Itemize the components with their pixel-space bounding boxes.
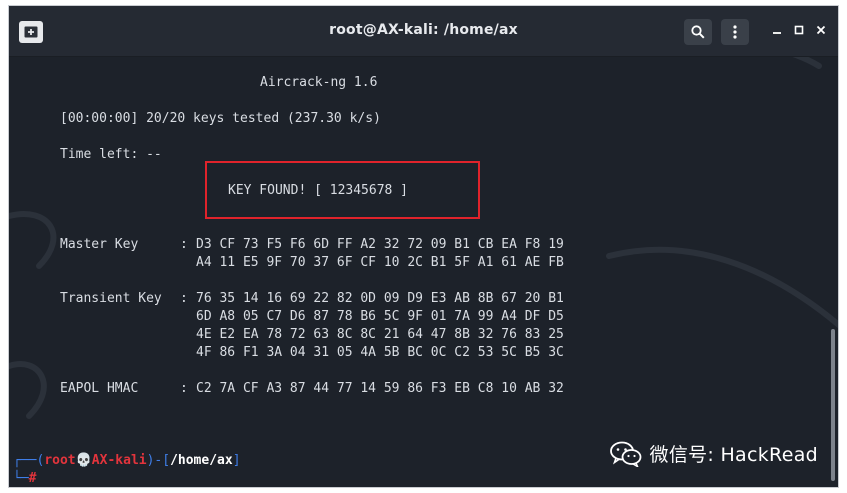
window-title: root@AX-kali: /home/ax <box>329 22 518 38</box>
prompt-mid: )-[ <box>146 453 171 468</box>
transient-key-row: 4E E2 EA 78 72 63 8C 8C 21 64 47 8B 32 7… <box>196 327 564 342</box>
terminal-output[interactable]: Aircrack-ng 1.6 [00:00:00] 20/20 keys te… <box>9 57 838 487</box>
wechat-icon <box>609 441 641 467</box>
transient-key-separator: : <box>180 291 188 306</box>
progress-line: [00:00:00] 20/20 keys tested (237.30 k/s… <box>60 111 381 126</box>
wechat-watermark: 微信号: HackRead <box>609 440 818 467</box>
master-key-row: A4 11 E5 9F 70 37 6F CF 10 2C B1 5F A1 6… <box>196 255 564 270</box>
prompt-close: ] <box>232 453 241 468</box>
master-key-row: D3 CF 73 F5 F6 6D FF A2 32 72 09 B1 CB E… <box>196 237 564 252</box>
search-button[interactable] <box>684 19 712 45</box>
transient-key-row: 4F 86 F1 3A 04 31 05 4A 5B BC 0C C2 53 5… <box>196 345 564 360</box>
prompt-user-host: root💀AX-kali <box>44 453 147 468</box>
eapol-hmac-label: EAPOL HMAC <box>60 381 139 396</box>
minimize-icon <box>773 32 781 34</box>
prompt-symbol: # <box>28 471 37 486</box>
search-icon <box>691 25 705 39</box>
minimize-button[interactable] <box>769 22 785 38</box>
key-found-line: KEY FOUND! [ 12345678 ] <box>228 183 409 198</box>
menu-button[interactable] <box>721 19 749 45</box>
master-key-separator: : <box>180 237 188 252</box>
master-key-label: Master Key <box>60 237 139 252</box>
transient-key-row: 6D A8 05 C7 D6 87 78 B6 5C 9F 01 7A 99 A… <box>196 309 564 324</box>
transient-key-label: Transient Key <box>60 291 162 306</box>
maximize-button[interactable] <box>791 22 807 38</box>
prompt-path: /home/ax <box>170 453 233 468</box>
watermark-text: 微信号: HackRead <box>649 444 818 466</box>
aircrack-header: Aircrack-ng 1.6 <box>260 75 378 90</box>
maximize-icon <box>794 25 804 35</box>
eapol-hmac-row: C2 7A CF A3 87 44 77 14 59 86 F3 EB C8 1… <box>196 381 564 396</box>
prompt-open: ┌──( <box>13 453 45 468</box>
eapol-hmac-separator: : <box>180 381 188 396</box>
transient-key-row: 76 35 14 16 69 22 82 0D 09 D9 E3 AB 8B 6… <box>196 291 564 306</box>
kebab-menu-icon <box>733 25 737 39</box>
shell-prompt-line-2[interactable]: └─# <box>13 470 37 487</box>
prompt-second-prefix: └─ <box>13 471 29 486</box>
terminal-window: root@AX-kali: /home/ax Aircrack-ng 1.6 [… <box>8 5 839 488</box>
close-icon <box>816 25 826 35</box>
time-left-line: Time left: -- <box>60 147 162 162</box>
close-button[interactable] <box>813 22 829 38</box>
terminal-scrollbar[interactable] <box>830 61 835 481</box>
scrollbar-thumb[interactable] <box>831 329 835 481</box>
shell-prompt-line-1: ┌──(root💀AX-kali)-[/home/ax] <box>13 452 241 470</box>
title-bar: root@AX-kali: /home/ax <box>9 6 838 57</box>
